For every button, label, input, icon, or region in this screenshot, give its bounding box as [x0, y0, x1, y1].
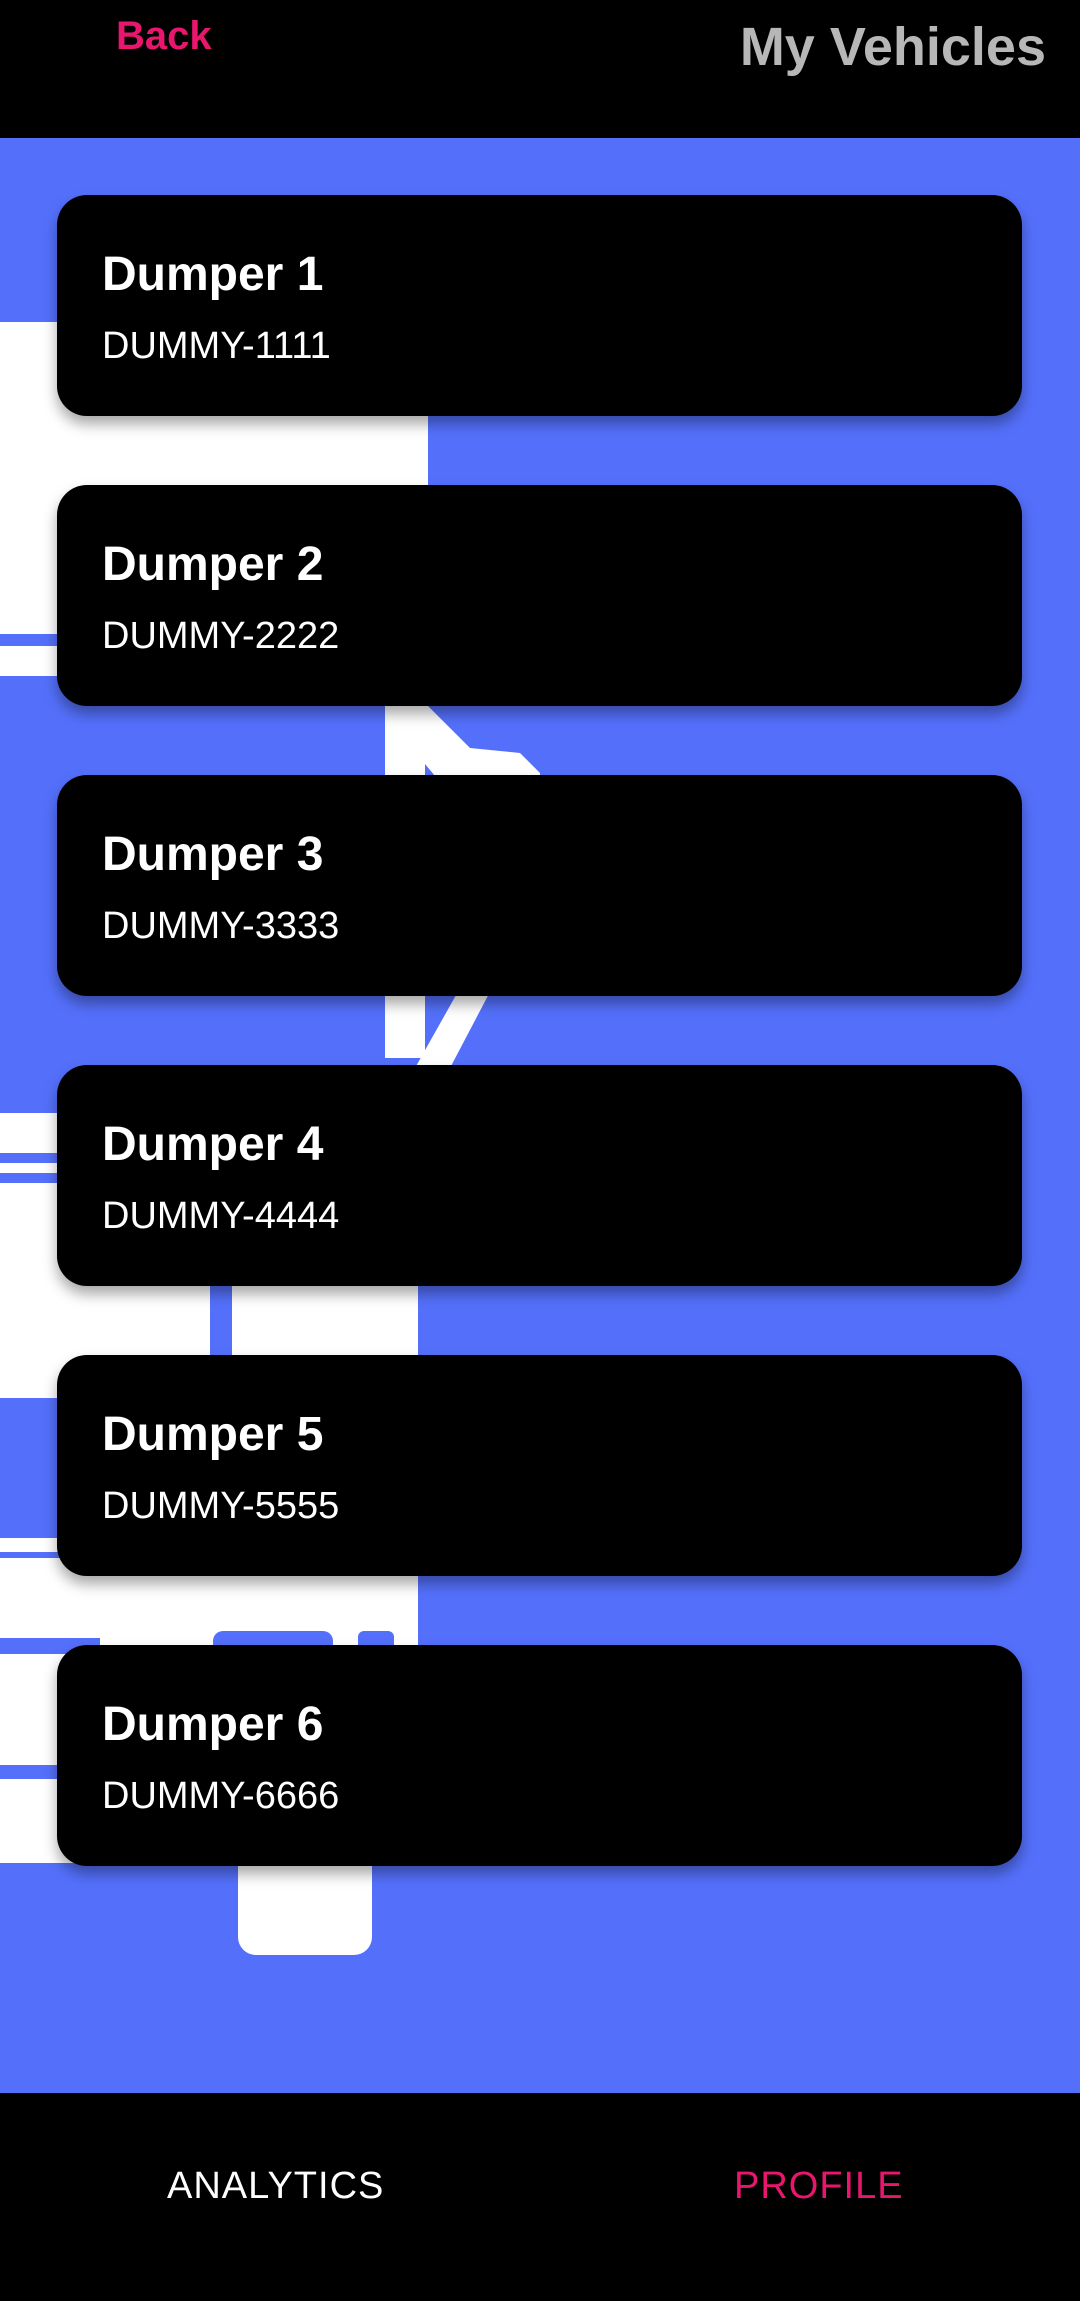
vehicle-plate: DUMMY-2222	[102, 615, 340, 657]
vehicle-name: Dumper 4	[102, 1118, 324, 1171]
vehicle-card[interactable]: Dumper 6 DUMMY-6666	[57, 1645, 1022, 1866]
vehicle-card[interactable]: Dumper 5 DUMMY-5555	[57, 1355, 1022, 1576]
nav-analytics-tab[interactable]: ANALYTICS	[167, 2165, 384, 2208]
vehicle-name: Dumper 3	[102, 828, 324, 881]
vehicle-card[interactable]: Dumper 3 DUMMY-3333	[57, 775, 1022, 996]
vehicle-card[interactable]: Dumper 4 DUMMY-4444	[57, 1065, 1022, 1286]
bottom-nav: ANALYTICS PROFILE	[0, 2093, 1080, 2301]
nav-profile-tab[interactable]: PROFILE	[734, 2165, 904, 2208]
vehicle-list-area[interactable]: Dumper 1 DUMMY-1111 Dumper 2 DUMMY-2222 …	[0, 138, 1080, 2093]
vehicle-name: Dumper 1	[102, 248, 324, 301]
top-bar: Back My Vehicles	[0, 0, 1080, 138]
vehicle-plate: DUMMY-5555	[102, 1485, 340, 1527]
vehicle-card[interactable]: Dumper 2 DUMMY-2222	[57, 485, 1022, 706]
vehicle-card[interactable]: Dumper 1 DUMMY-1111	[57, 195, 1022, 416]
vehicle-name: Dumper 2	[102, 538, 324, 591]
back-button[interactable]: Back	[116, 14, 212, 59]
vehicle-plate: DUMMY-4444	[102, 1195, 340, 1237]
vehicle-plate: DUMMY-6666	[102, 1775, 340, 1817]
page-title: My Vehicles	[739, 17, 1046, 77]
vehicle-plate: DUMMY-3333	[102, 905, 340, 947]
app-screen: Back My Vehicles Dumper 1 DUMMY-1111 Dum…	[0, 0, 1080, 2301]
vehicle-name: Dumper 6	[102, 1698, 324, 1751]
vehicle-plate: DUMMY-1111	[102, 325, 331, 367]
vehicle-list: Dumper 1 DUMMY-1111 Dumper 2 DUMMY-2222 …	[57, 195, 1022, 1935]
vehicle-name: Dumper 5	[102, 1408, 324, 1461]
